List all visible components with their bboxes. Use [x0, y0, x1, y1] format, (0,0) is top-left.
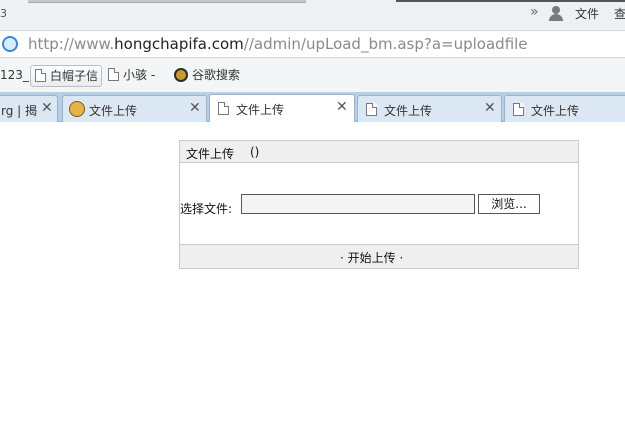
globe-icon: [2, 36, 18, 52]
window-title-fragment: 3: [0, 7, 7, 20]
url-path: //admin/upLoad_bm.asp?a=uploadfile: [243, 35, 528, 53]
tab-close-icon[interactable]: ✕: [336, 99, 348, 115]
user-icon[interactable]: [548, 5, 564, 21]
bookmark-item[interactable]: 白帽子信: [30, 65, 103, 87]
tab[interactable]: rg | 揭 ✕: [0, 95, 58, 122]
face-icon: [69, 101, 85, 117]
tab-label: 文件上传: [384, 104, 433, 118]
bookmark-item[interactable]: 谷歌搜索: [174, 65, 240, 87]
overlay-popup-edge: [28, 0, 306, 3]
page-icon: [513, 103, 524, 116]
window-edge-line: [396, 0, 625, 2]
tab-close-icon[interactable]: ✕: [484, 100, 496, 116]
overflow-chevron-icon[interactable]: »: [530, 4, 539, 20]
page-icon: [218, 102, 229, 115]
browse-button[interactable]: 浏览...: [478, 194, 540, 214]
paw-icon: [174, 68, 188, 82]
bookmark-label: 白帽子信: [50, 69, 99, 83]
upload-form: 文件上传 () 选择文件: 浏览... · 开始上传 ·: [179, 140, 579, 269]
page-icon: [108, 68, 119, 81]
page-icon: [366, 103, 377, 116]
tab-close-icon[interactable]: ✕: [189, 100, 201, 116]
page-icon: [35, 69, 46, 82]
tab[interactable]: 文件上传: [504, 95, 625, 122]
tab[interactable]: 文件上传 ✕: [62, 95, 207, 122]
start-upload-button[interactable]: · 开始上传 ·: [340, 249, 403, 266]
upload-count: (): [250, 145, 260, 159]
tab-label: 文件上传: [236, 103, 285, 117]
browser-chrome: 3 » 文件 查 http://www.hongchapifa.com//adm…: [0, 0, 625, 122]
url-prefix: http://www.: [28, 35, 115, 53]
file-input[interactable]: [241, 194, 475, 214]
bookmark-label: 谷歌搜索: [192, 68, 241, 82]
menu-view[interactable]: 查: [614, 5, 625, 22]
panel-title: 文件上传: [186, 147, 235, 161]
panel-footer: · 开始上传 ·: [180, 244, 578, 268]
file-label: 选择文件:: [180, 202, 233, 216]
url-domain: hongchapifa.com: [114, 35, 244, 53]
bookmark-item[interactable]: 小骇 -: [108, 65, 155, 87]
menu-file[interactable]: 文件: [575, 5, 599, 22]
bookmark-label: 小骇 -: [123, 68, 156, 82]
tab[interactable]: 文件上传 ✕: [357, 95, 502, 122]
tab-close-icon[interactable]: ✕: [41, 100, 53, 116]
tab-label: rg | 揭: [1, 104, 38, 118]
title-bar: 3 » 文件 查: [0, 0, 625, 28]
bookmark-fragment[interactable]: 123_: [0, 65, 29, 87]
url-text[interactable]: http://www.hongchapifa.com//admin/upLoad…: [28, 35, 528, 53]
tab-label: 文件上传: [531, 104, 580, 118]
panel-header: 文件上传 (): [180, 141, 578, 163]
tab-active[interactable]: 文件上传 ✕: [209, 94, 355, 122]
tab-label: 文件上传: [89, 104, 138, 118]
